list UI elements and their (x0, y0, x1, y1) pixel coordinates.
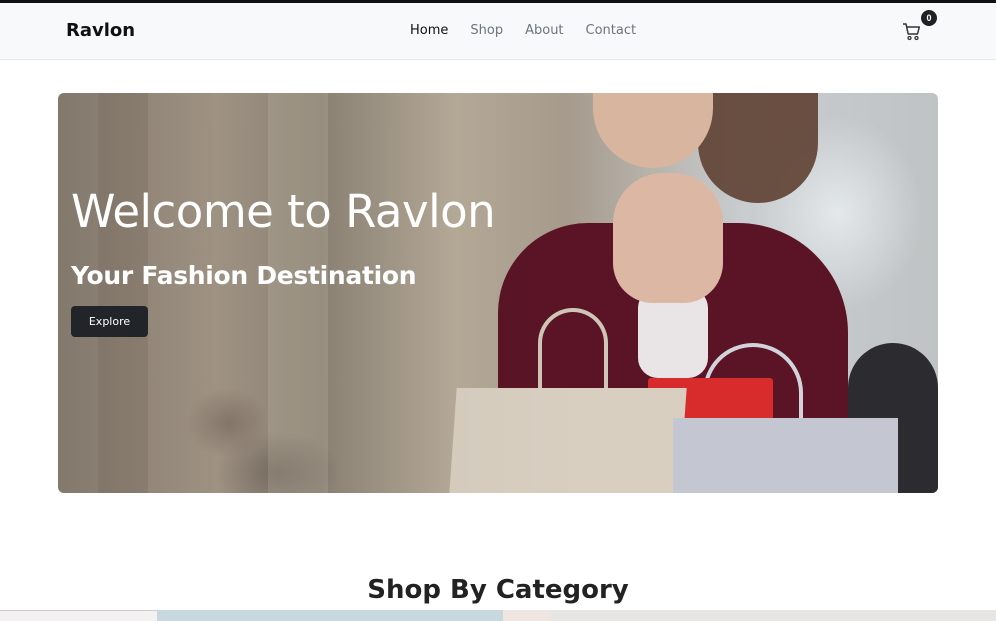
nav-link-contact[interactable]: Contact (586, 23, 637, 38)
category-card[interactable] (0, 610, 157, 621)
nav-link-about[interactable]: About (525, 23, 563, 38)
category-card[interactable] (503, 610, 551, 621)
hero-overlay (58, 93, 938, 493)
category-section-title: Shop By Category (367, 575, 629, 605)
cart-count-badge: 0 (921, 10, 937, 26)
nav-link-shop[interactable]: Shop (470, 23, 503, 38)
hero-banner: Welcome to Ravlon Your Fashion Destinati… (58, 93, 938, 493)
cart-icon[interactable] (902, 22, 922, 42)
brand-logo[interactable]: Ravlon (66, 20, 135, 41)
explore-button[interactable]: Explore (71, 306, 148, 337)
category-card[interactable] (551, 610, 996, 621)
navbar: Ravlon Home Shop About Contact 0 (0, 3, 996, 60)
category-card[interactable] (157, 610, 503, 621)
hero-subtitle: Your Fashion Destination (71, 261, 417, 290)
category-strip-preview (0, 610, 996, 621)
hero-title: Welcome to Ravlon (71, 185, 496, 238)
nav-link-home[interactable]: Home (410, 23, 448, 38)
main-nav: Home Shop About Contact (410, 23, 658, 38)
